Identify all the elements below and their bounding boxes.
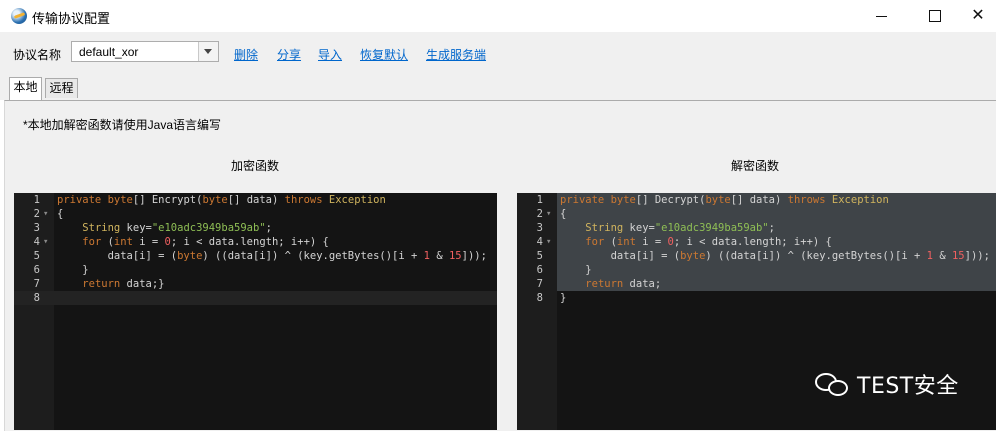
code-text: data[i] = (byte) ((data[i]) ^ (key.getBy…: [560, 250, 990, 262]
code-text: return data;: [585, 278, 662, 290]
protocol-select[interactable]: default_xor: [71, 41, 219, 62]
minimize-button[interactable]: [858, 0, 904, 32]
encrypt-code-editor[interactable]: 1 private byte[] Encrypt(byte[] data) thr…: [14, 193, 497, 430]
close-icon: ✕: [971, 7, 985, 24]
maximize-icon: [929, 10, 941, 22]
wechat-icon: [815, 370, 851, 398]
share-link[interactable]: 分享: [277, 46, 301, 63]
delete-link[interactable]: 删除: [234, 46, 258, 63]
line-number: 6: [33, 264, 40, 276]
decrypt-function-title: 解密函数: [731, 159, 780, 173]
code-text: return data;}: [82, 278, 165, 290]
line-number: 2: [33, 208, 40, 220]
line-number: 6: [536, 264, 543, 276]
generate-server-link[interactable]: 生成服务端: [426, 46, 486, 63]
code-line[interactable]: 2 ▾ {: [14, 207, 497, 221]
line-number: 4: [536, 236, 543, 248]
maximize-button[interactable]: [912, 0, 958, 32]
watermark-text: TEST安全: [857, 374, 959, 399]
code-text: for (int i = 0; i < data.length; i++) {: [585, 236, 832, 248]
watermark: TEST安全: [815, 368, 959, 400]
code-text: {: [57, 208, 64, 220]
code-line[interactable]: 7 return data;}: [14, 277, 497, 291]
line-number: 3: [33, 222, 40, 234]
code-line[interactable]: 6 }: [517, 263, 996, 277]
code-line[interactable]: 6 }: [14, 263, 497, 277]
line-number: 8: [536, 292, 543, 304]
minimize-icon: [875, 15, 887, 17]
code-line[interactable]: 2 ▾ {: [517, 207, 996, 221]
app-globe-icon: [11, 8, 27, 24]
code-text: }: [560, 264, 592, 276]
title-bar: 传输协议配置 ✕: [0, 0, 996, 32]
code-line[interactable]: 5 data[i] = (byte) ((data[i]) ^ (key.get…: [14, 249, 497, 263]
fold-toggle-icon[interactable]: ▾: [546, 207, 551, 221]
line-number: 1: [33, 194, 40, 206]
code-text: }: [57, 264, 89, 276]
code-text: data[i] = (byte) ((data[i]) ^ (key.getBy…: [57, 250, 487, 262]
java-note: *本地加解密函数请使用Java语言编写: [23, 118, 222, 132]
code-text: String key="e10adc3949ba59ab";: [585, 222, 775, 234]
code-text: for (int i = 0; i < data.length; i++) {: [82, 236, 329, 248]
line-number: 2: [536, 208, 543, 220]
line-number: 5: [33, 250, 40, 262]
line-number: 7: [33, 278, 40, 290]
line-number: 4: [33, 236, 40, 248]
code-line[interactable]: 4 ▾ for (int i = 0; i < data.length; i++)…: [517, 235, 996, 249]
code-line[interactable]: 1 private byte[] Encrypt(byte[] data) thr…: [14, 193, 497, 207]
code-line[interactable]: 1 private byte[] Decrypt(byte[] data) thr…: [517, 193, 996, 207]
code-text: String key="e10adc3949ba59ab";: [82, 222, 272, 234]
code-text: private byte[] Encrypt(byte[] data) thro…: [57, 194, 386, 206]
import-link[interactable]: 导入: [318, 46, 342, 63]
code-line[interactable]: 4 ▾ for (int i = 0; i < data.length; i++)…: [14, 235, 497, 249]
code-text: {: [560, 208, 567, 220]
code-line[interactable]: 3 String key="e10adc3949ba59ab";: [14, 221, 497, 235]
close-button[interactable]: ✕: [955, 0, 996, 32]
tab-local[interactable]: 本地: [9, 77, 42, 100]
fold-toggle-icon[interactable]: ▾: [43, 207, 48, 221]
code-line[interactable]: 5 data[i] = (byte) ((data[i]) ^ (key.get…: [517, 249, 996, 263]
code-text: private byte[] Decrypt(byte[] data) thro…: [560, 194, 889, 206]
line-number: 8: [33, 292, 40, 304]
fold-toggle-icon[interactable]: ▾: [546, 235, 551, 249]
window-title: 传输协议配置: [32, 11, 111, 26]
line-number: 1: [536, 194, 543, 206]
code-line[interactable]: 7 return data;: [517, 277, 996, 291]
restore-default-link[interactable]: 恢复默认: [360, 46, 408, 63]
protocol-name-label: 协议名称: [13, 48, 62, 62]
tab-remote[interactable]: 远程: [45, 78, 78, 98]
tab-strip: 本地 远程: [0, 72, 996, 100]
code-line[interactable]: 8: [14, 291, 497, 305]
toolbar: 协议名称 default_xor 删除 分享 导入 恢复默认 生成服务端: [0, 32, 996, 73]
dropdown-arrow-icon[interactable]: [198, 42, 218, 61]
code-text: }: [560, 292, 567, 304]
fold-toggle-icon[interactable]: ▾: [43, 235, 48, 249]
line-number: 5: [536, 250, 543, 262]
line-number: 7: [536, 278, 543, 290]
encrypt-function-title: 加密函数: [231, 159, 280, 173]
protocol-select-value: default_xor: [79, 45, 139, 59]
code-line[interactable]: 3 String key="e10adc3949ba59ab";: [517, 221, 996, 235]
decrypt-code-editor[interactable]: 1 private byte[] Decrypt(byte[] data) thr…: [517, 193, 996, 430]
line-number: 3: [536, 222, 543, 234]
code-line[interactable]: 8}: [517, 291, 996, 305]
